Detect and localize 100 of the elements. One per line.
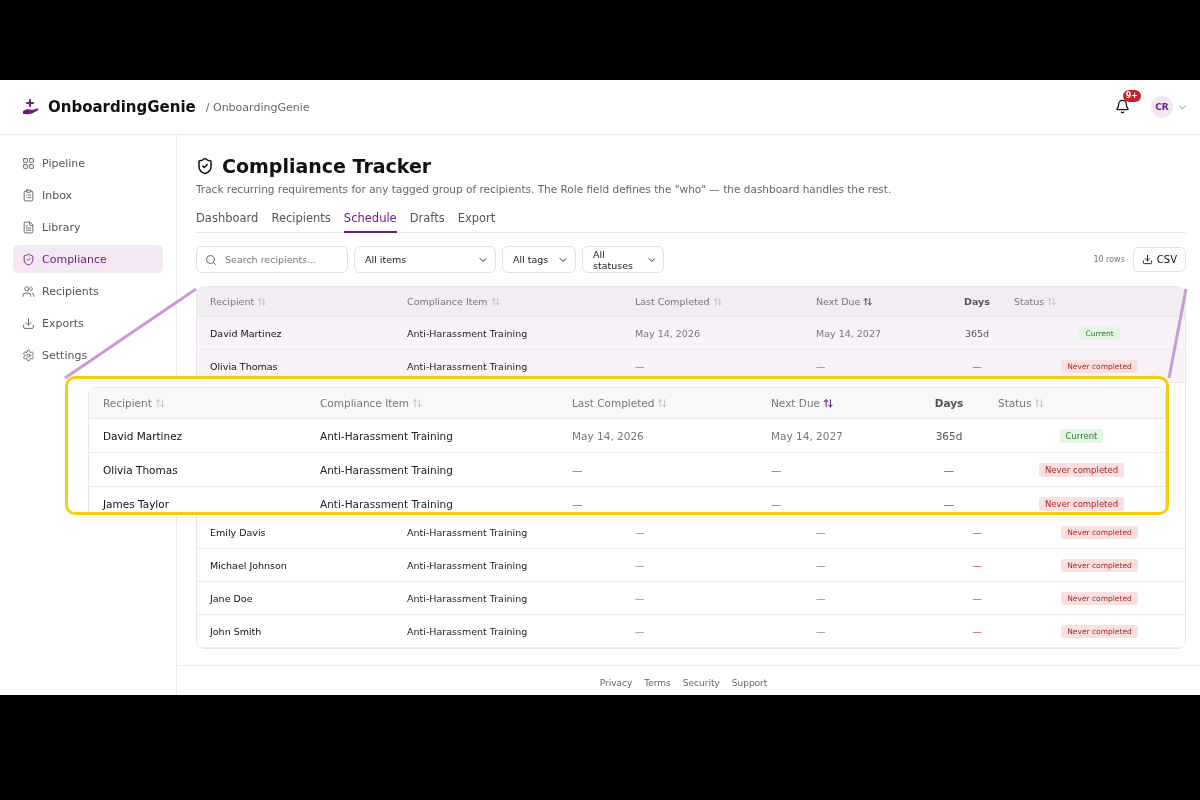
- table-cell-text: —: [635, 592, 646, 604]
- table-cell-text: 365d: [934, 429, 964, 442]
- sidebar-item[interactable]: Exports: [13, 309, 163, 337]
- table-cell-text: 365d: [963, 327, 991, 339]
- tab[interactable]: Dashboard: [196, 207, 259, 233]
- footer-link[interactable]: Terms: [644, 678, 671, 688]
- table-cell-text: David Martinez: [210, 327, 283, 339]
- column-header: Days: [963, 296, 991, 307]
- table-cell-text: Olivia Thomas: [210, 360, 279, 372]
- table-cell-text: —: [816, 625, 827, 637]
- table-cell-text: —: [572, 463, 584, 476]
- table-cell-text: Anti-Harassment Training: [320, 429, 454, 442]
- footer-link[interactable]: Support: [731, 678, 768, 688]
- nav-icon: [22, 188, 35, 202]
- status-badge: Never completed: [1038, 462, 1125, 477]
- sort-icon: [490, 296, 501, 307]
- column-header[interactable]: Status: [1014, 296, 1185, 307]
- nav-icon: [22, 316, 35, 330]
- table-cell-text: Anti-Harassment Training: [407, 327, 529, 339]
- sort-icon: [154, 397, 166, 409]
- table-cell-text: —: [572, 497, 584, 510]
- column-header[interactable]: Last Completed: [572, 397, 771, 409]
- sidebar-item[interactable]: Library: [13, 213, 163, 241]
- table-cell-text: —: [971, 526, 983, 538]
- filter-select[interactable]: All items: [354, 246, 496, 273]
- search-icon: [205, 253, 217, 266]
- table-cell-text: Anti-Harassment Training: [407, 559, 529, 571]
- filter-select[interactable]: All statuses: [582, 246, 664, 273]
- table-cell-text: —: [816, 526, 827, 538]
- logo-icon: [22, 99, 40, 115]
- table-cell-text: —: [771, 497, 783, 510]
- status-badge: Never completed: [1038, 496, 1125, 511]
- table-cell-text: —: [816, 592, 827, 604]
- tab[interactable]: Recipients: [271, 207, 331, 233]
- sidebar-item[interactable]: Pipeline: [13, 149, 163, 177]
- sort-icon: [863, 296, 873, 307]
- footer-link[interactable]: Privacy: [599, 678, 633, 688]
- table-cell-text: —: [816, 559, 827, 571]
- column-header[interactable]: Next Due: [816, 296, 940, 307]
- column-header[interactable]: Last Completed: [635, 296, 816, 307]
- table-cell-text: Anti-Harassment Training: [407, 526, 529, 538]
- tab[interactable]: Export: [457, 207, 496, 233]
- table-cell-text: —: [942, 497, 956, 510]
- breadcrumb[interactable]: / OnboardingGenie: [205, 100, 310, 114]
- footer-link[interactable]: Security: [682, 678, 720, 688]
- column-header[interactable]: Next Due: [771, 397, 900, 409]
- sidebar-item[interactable]: Inbox: [13, 181, 163, 209]
- table-cell-text: —: [635, 360, 646, 372]
- table-cell-text: Emily Davis: [210, 526, 267, 538]
- table-cell-text: May 14, 2027: [771, 429, 844, 442]
- table-cell-text: Anti-Harassment Training: [320, 497, 454, 510]
- table-cell-text: Anti-Harassment Training: [320, 463, 454, 476]
- download-icon: [1141, 254, 1153, 265]
- tab[interactable]: Drafts: [409, 207, 445, 233]
- sort-icon: [1047, 296, 1057, 307]
- table-cell-text: —: [635, 559, 646, 571]
- sidebar-item[interactable]: Recipients: [13, 277, 163, 305]
- nav-icon: [22, 284, 35, 298]
- table-cell-text: —: [816, 360, 827, 372]
- user-avatar[interactable]: CR: [1151, 96, 1173, 118]
- column-header[interactable]: Status: [998, 397, 1165, 409]
- table-cell-text: —: [971, 592, 983, 604]
- app-name: OnboardingGenie: [48, 98, 196, 116]
- shield-icon: [196, 157, 214, 175]
- column-header: Days: [933, 397, 965, 409]
- table-cell-text: Anti-Harassment Training: [407, 625, 529, 637]
- table-cell-text: Olivia Thomas: [103, 463, 179, 476]
- notification-badge: 9+: [1122, 90, 1141, 102]
- tab[interactable]: Schedule: [343, 207, 397, 233]
- table-cell-text: —: [635, 526, 646, 538]
- sort-icon: [1034, 397, 1045, 409]
- table-cell-text: Jane Doe: [210, 592, 254, 604]
- sort-icon: [657, 397, 668, 409]
- sort-icon: [823, 397, 834, 409]
- table-cell-text: James Taylor: [103, 497, 170, 510]
- search-field[interactable]: Search recipients...: [196, 246, 348, 273]
- nav-icon: [22, 220, 35, 234]
- table-cell-text: —: [971, 360, 983, 372]
- sort-icon: [257, 296, 267, 307]
- filter-select[interactable]: All tags: [502, 246, 576, 273]
- table-cell-text: —: [635, 625, 646, 637]
- nav-icon: [22, 252, 35, 266]
- status-badge: Current: [1059, 428, 1104, 443]
- column-header[interactable]: Recipient: [103, 397, 320, 409]
- table-cell-text: Michael Johnson: [210, 559, 288, 571]
- table-cell-text: John Smith: [210, 625, 263, 637]
- sidebar-item[interactable]: Settings: [13, 341, 163, 369]
- notification-icon[interactable]: [1115, 99, 1130, 114]
- column-header[interactable]: Recipient: [210, 296, 407, 307]
- column-header[interactable]: Compliance Item: [407, 296, 635, 307]
- table-cell-text: —: [971, 559, 983, 571]
- column-header[interactable]: Compliance Item: [320, 397, 572, 409]
- csv-button[interactable]: CSV: [1132, 247, 1186, 272]
- nav-icon: [22, 348, 35, 362]
- table-cell-text: Anti-Harassment Training: [407, 360, 529, 372]
- table-cell-text: David Martinez: [103, 429, 184, 442]
- table-cell-text: May 14, 2026: [572, 429, 645, 442]
- table-cell-text: May 14, 2026: [635, 327, 701, 339]
- sidebar-item[interactable]: Compliance: [13, 245, 163, 273]
- sort-icon: [412, 397, 423, 409]
